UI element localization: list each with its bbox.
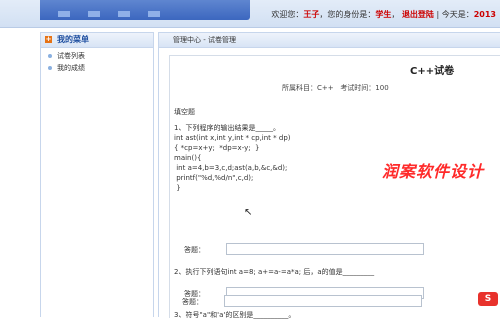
paper-meta: 所属科目：C++ 考试时间：100 bbox=[282, 83, 389, 93]
section-title: 填空题 bbox=[174, 108, 195, 116]
bullet-dot-icon bbox=[48, 66, 52, 70]
sidebar-item-label: 试卷列表 bbox=[57, 52, 85, 60]
paper-title: C++试卷 bbox=[410, 66, 455, 77]
answer-input-1[interactable] bbox=[226, 243, 424, 255]
code-line: printf("%d,%d/n",c,d); bbox=[174, 174, 254, 182]
bullet-dot-icon bbox=[48, 54, 52, 58]
site-logo-banner bbox=[40, 0, 250, 20]
question-3: 3、符号"a"和'a'的区别是__________。 bbox=[174, 311, 296, 319]
sidebar-item-paper-list[interactable]: 试卷列表 bbox=[41, 48, 153, 60]
sidebar-item-my-scores[interactable]: 我的成绩 bbox=[41, 60, 153, 72]
answer-row-3: 答题： bbox=[182, 295, 422, 307]
question-1: 1、下列程序的输出结果是_____。int ast(int x,int y,in… bbox=[174, 123, 291, 193]
code-line: 1、下列程序的输出结果是_____。 bbox=[174, 124, 280, 132]
top-header: 欢迎您：王子，您的身份是：学生， 退出登陆 | 今天是：2013 bbox=[0, 0, 500, 28]
code-line: int a=4,b=3,c,d;ast(a,b,&c,&d); bbox=[174, 164, 288, 172]
code-line: } bbox=[174, 184, 181, 192]
exam-time-label: 考试时间：100 bbox=[340, 84, 389, 92]
code-line: int ast(int x,int y,int * cp,int * dp) bbox=[174, 134, 291, 142]
date-value: 2013 bbox=[473, 10, 496, 19]
sogou-s-icon[interactable]: S bbox=[478, 292, 498, 306]
main-panel: 管理中心 - 试卷管理 C++试卷 所属科目：C++ 考试时间：100 填空题 … bbox=[158, 32, 500, 319]
watermark-text: 润案软件设计 bbox=[382, 162, 485, 181]
sidebar-item-label: 我的成绩 bbox=[57, 64, 85, 72]
logout-link[interactable]: 退出登陆 bbox=[402, 10, 434, 19]
user-info-bar: 欢迎您：王子，您的身份是：学生， 退出登陆 | 今天是：2013 bbox=[271, 10, 496, 19]
exam-paper: C++试卷 所属科目：C++ 考试时间：100 填空题 1、下列程序的输出结果是… bbox=[169, 55, 500, 319]
subject-label: 所属科目：C++ bbox=[282, 84, 334, 92]
code-line: { *cp=x+y; *dp=x-y; } bbox=[174, 144, 260, 152]
plus-icon[interactable]: + bbox=[45, 36, 52, 43]
answer-input-3[interactable] bbox=[224, 295, 422, 307]
date-label: | 今天是： bbox=[436, 10, 474, 19]
user-role: 学生 bbox=[375, 10, 392, 19]
question-2: 2、执行下列语句int a=8; a+=a-=a*a; 后，a的值是______… bbox=[174, 268, 375, 276]
identity-text: ，您的身份是： bbox=[319, 10, 376, 19]
sidebar-title: 我的菜单 bbox=[57, 35, 89, 44]
sidebar-header: + 我的菜单 bbox=[41, 33, 153, 48]
answer-row-1: 答题： bbox=[184, 243, 424, 255]
user-name: 王子 bbox=[303, 10, 320, 19]
mouse-cursor-icon: ↖ bbox=[244, 207, 253, 218]
answer-label: 答题： bbox=[182, 298, 203, 306]
breadcrumb: 管理中心 - 试卷管理 bbox=[159, 33, 500, 48]
code-line: main(){ bbox=[174, 154, 202, 162]
answer-label: 答题： bbox=[184, 246, 205, 254]
sidebar-menu: + 我的菜单 试卷列表 我的成绩 bbox=[40, 32, 154, 317]
welcome-text: 欢迎您： bbox=[271, 10, 304, 19]
